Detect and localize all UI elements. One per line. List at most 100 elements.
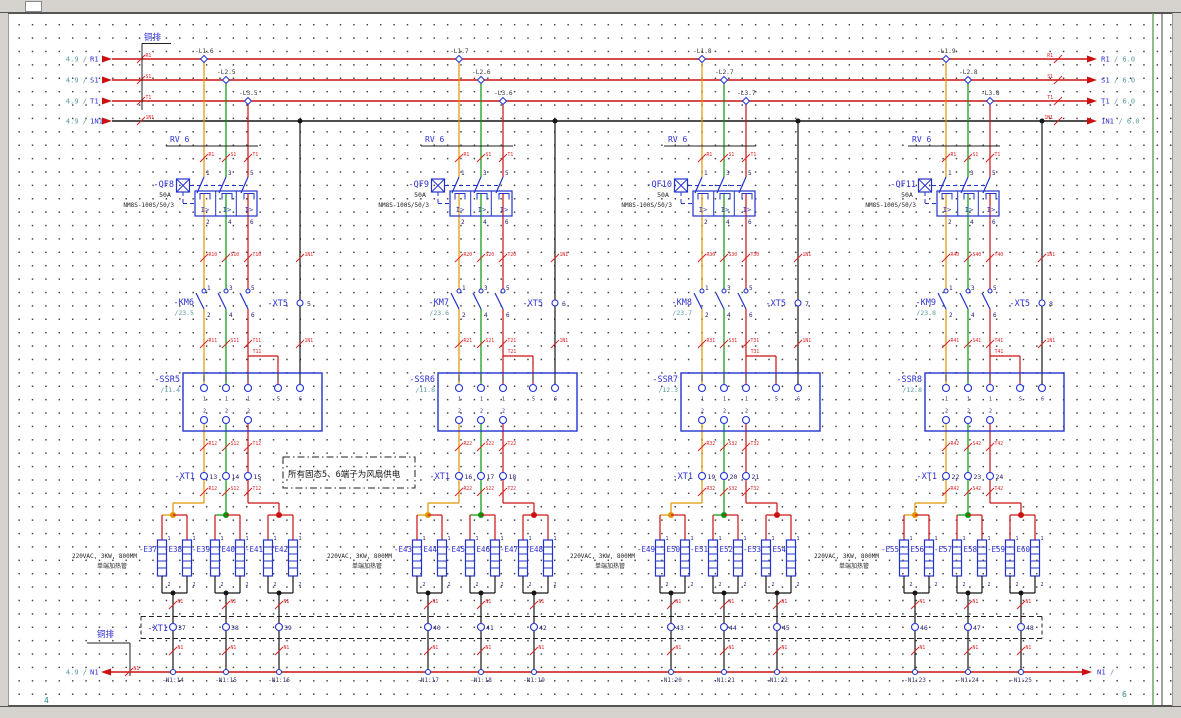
xt1-strip-label[interactable]: -XT1 bbox=[148, 624, 168, 634]
ssr-terminal[interactable] bbox=[223, 417, 230, 424]
ssr-terminal[interactable] bbox=[530, 385, 537, 392]
ssr-terminal[interactable] bbox=[1039, 385, 1046, 392]
n1-connection[interactable] bbox=[277, 670, 282, 675]
tap-diamond[interactable] bbox=[223, 77, 230, 84]
tap-diamond[interactable] bbox=[943, 56, 950, 63]
ssr-terminal[interactable] bbox=[699, 385, 706, 392]
contactor-terminal[interactable] bbox=[966, 289, 970, 293]
xt1-terminal[interactable] bbox=[201, 473, 208, 480]
heater-label[interactable]: -E52 bbox=[715, 545, 733, 554]
xt1-terminal[interactable] bbox=[456, 473, 463, 480]
contactor-terminal[interactable] bbox=[224, 289, 228, 293]
heater-element[interactable] bbox=[544, 540, 553, 576]
xt1-mid-label[interactable]: -XT1 bbox=[673, 472, 693, 482]
n1-connection[interactable] bbox=[669, 670, 674, 675]
ssr-terminal[interactable] bbox=[721, 417, 728, 424]
xt5-terminal[interactable] bbox=[297, 300, 303, 306]
heater-label[interactable]: -E60 bbox=[1012, 545, 1031, 554]
contactor-terminal[interactable] bbox=[479, 289, 483, 293]
xt5-label[interactable]: -XT5 bbox=[766, 299, 786, 309]
n1-connection[interactable] bbox=[224, 670, 229, 675]
ssr-terminal[interactable] bbox=[478, 417, 485, 424]
heater-element[interactable] bbox=[491, 540, 500, 576]
connection-arrow[interactable] bbox=[1087, 77, 1097, 84]
ssr-terminal[interactable] bbox=[552, 385, 559, 392]
ssr-terminal[interactable] bbox=[721, 385, 728, 392]
contactor-terminal[interactable] bbox=[202, 289, 206, 293]
ssr-terminal[interactable] bbox=[478, 385, 485, 392]
xt1-mid-label[interactable]: -XT1 bbox=[430, 472, 450, 482]
breaker-label[interactable]: -QF8 bbox=[154, 180, 174, 190]
contactor-label[interactable]: -KM6 bbox=[174, 298, 194, 308]
n1-connection[interactable] bbox=[479, 670, 484, 675]
heater-element[interactable] bbox=[925, 540, 934, 576]
ssr-terminal[interactable] bbox=[943, 417, 950, 424]
heater-label[interactable]: -E42 bbox=[270, 545, 288, 554]
contactor-label[interactable]: -KM7 bbox=[429, 298, 449, 308]
heater-element[interactable] bbox=[289, 540, 298, 576]
n1-connection[interactable] bbox=[775, 670, 780, 675]
heater-label[interactable]: -E57 bbox=[934, 545, 952, 554]
breaker-label[interactable]: -QF10 bbox=[646, 180, 672, 190]
ssr-terminal[interactable] bbox=[201, 385, 208, 392]
connection-arrow[interactable] bbox=[102, 118, 112, 125]
xt5-label[interactable]: -XT5 bbox=[268, 299, 288, 309]
contactor-terminal[interactable] bbox=[744, 289, 748, 293]
contactor-terminal[interactable] bbox=[944, 289, 948, 293]
connection-arrow[interactable] bbox=[102, 98, 112, 105]
ssr-terminal[interactable] bbox=[965, 385, 972, 392]
heater-label[interactable]: -E43 bbox=[394, 545, 412, 554]
xt1-bottom-terminal[interactable] bbox=[965, 624, 972, 631]
xt1-terminal[interactable] bbox=[987, 473, 994, 480]
xt1-bottom-terminal[interactable] bbox=[531, 624, 538, 631]
xt1-bottom-terminal[interactable] bbox=[425, 624, 432, 631]
xt1-terminal[interactable] bbox=[743, 473, 750, 480]
xt1-bottom-terminal[interactable] bbox=[721, 624, 728, 631]
heater-label[interactable]: -E37 bbox=[139, 545, 157, 554]
connection-arrow[interactable] bbox=[1082, 669, 1092, 676]
n1-connection[interactable] bbox=[966, 670, 971, 675]
xt1-mid-label[interactable]: -XT1 bbox=[175, 472, 195, 482]
ssr-terminal[interactable] bbox=[297, 385, 304, 392]
heater-label[interactable]: -E39 bbox=[192, 545, 210, 554]
ssr-terminal[interactable] bbox=[245, 417, 252, 424]
xt1-bottom-terminal[interactable] bbox=[774, 624, 781, 631]
breaker-label[interactable]: -QF11 bbox=[890, 180, 916, 190]
xt1-terminal[interactable] bbox=[699, 473, 706, 480]
ssr-terminal[interactable] bbox=[456, 417, 463, 424]
ssr-terminal[interactable] bbox=[743, 417, 750, 424]
heater-element[interactable] bbox=[183, 540, 192, 576]
ssr-terminal[interactable] bbox=[965, 417, 972, 424]
xt5-terminal[interactable] bbox=[1039, 300, 1045, 306]
xt1-terminal[interactable] bbox=[223, 473, 230, 480]
xt5-label[interactable]: -XT5 bbox=[523, 299, 543, 309]
heater-label[interactable]: -E40 bbox=[217, 545, 236, 554]
n1-connection[interactable] bbox=[532, 670, 537, 675]
n1-connection[interactable] bbox=[426, 670, 431, 675]
xt5-terminal[interactable] bbox=[552, 300, 558, 306]
ssr-terminal[interactable] bbox=[943, 385, 950, 392]
n1-connection[interactable] bbox=[1019, 670, 1024, 675]
contactor-terminal[interactable] bbox=[988, 289, 992, 293]
contactor-terminal[interactable] bbox=[457, 289, 461, 293]
heater-label[interactable]: -E58 bbox=[959, 545, 978, 554]
heater-label[interactable]: -E47 bbox=[500, 545, 518, 554]
xt1-terminal[interactable] bbox=[478, 473, 485, 480]
n1-connection[interactable] bbox=[722, 670, 727, 675]
tap-diamond[interactable] bbox=[721, 77, 728, 84]
connection-arrow[interactable] bbox=[1087, 56, 1097, 63]
heater-label[interactable]: -E56 bbox=[906, 545, 925, 554]
connection-arrow[interactable] bbox=[102, 77, 112, 84]
tap-diamond[interactable] bbox=[201, 56, 208, 63]
tap-diamond[interactable] bbox=[456, 56, 463, 63]
ssr-label[interactable]: -SSR7 bbox=[652, 375, 678, 385]
heater-label[interactable]: -E55 bbox=[881, 545, 899, 554]
xt1-bottom-terminal[interactable] bbox=[223, 624, 230, 631]
ssr-terminal[interactable] bbox=[1017, 385, 1024, 392]
connection-arrow[interactable] bbox=[1087, 118, 1097, 125]
ssr-terminal[interactable] bbox=[275, 385, 282, 392]
xt1-bottom-terminal[interactable] bbox=[170, 624, 177, 631]
ssr-terminal[interactable] bbox=[699, 417, 706, 424]
heater-label[interactable]: -E54 bbox=[768, 545, 787, 554]
heater-label[interactable]: -E59 bbox=[987, 545, 1005, 554]
